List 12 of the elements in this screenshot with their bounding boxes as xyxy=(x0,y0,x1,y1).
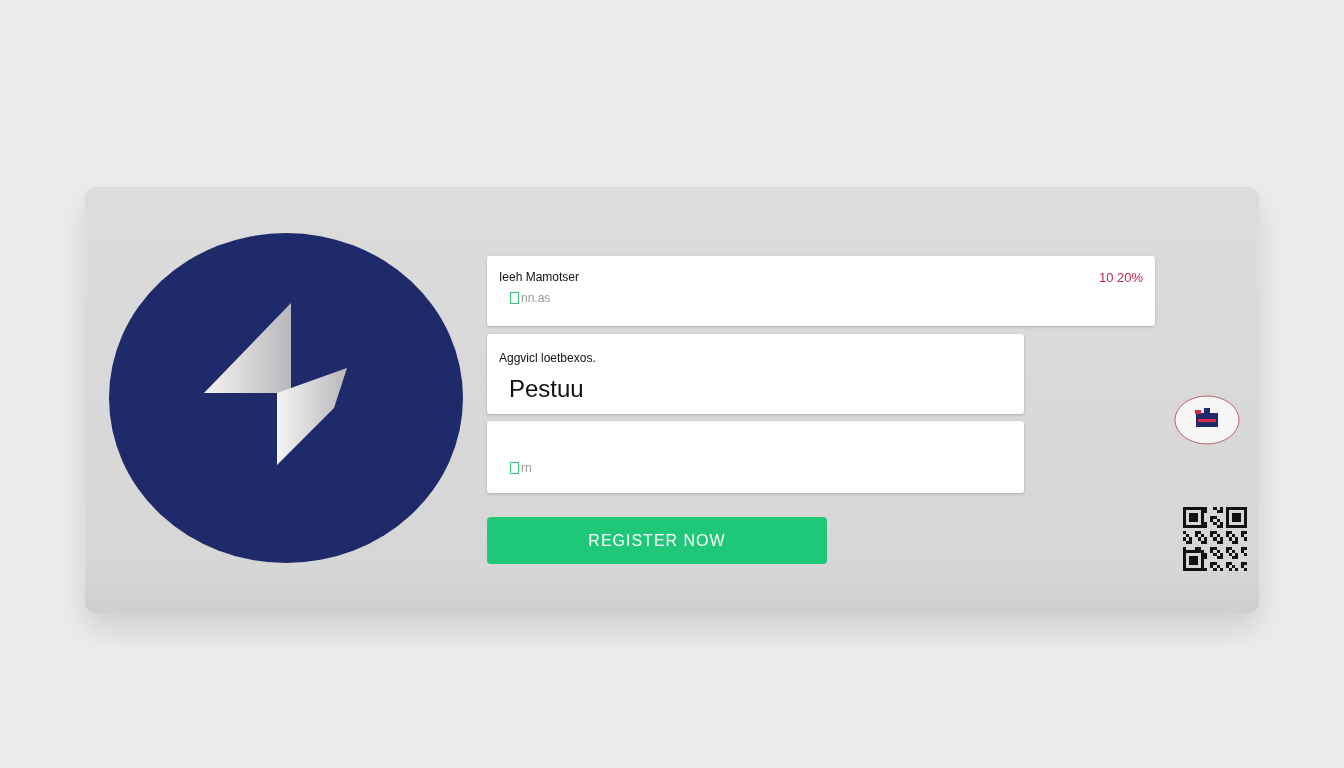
emblem-icon xyxy=(1174,395,1240,445)
percent-text: 10 20% xyxy=(1098,270,1143,285)
field-label: Aggvicl loetbexos. xyxy=(499,351,596,365)
lightning-logo-icon xyxy=(109,233,463,563)
field-value: Pestuu xyxy=(508,375,584,403)
square-icon xyxy=(510,292,519,304)
field-placeholder: rn xyxy=(521,461,532,475)
stat-field[interactable]: Ieeh Mamotser 10 20% nn.as xyxy=(487,256,1155,326)
square-icon xyxy=(510,462,519,474)
field-label: Ieeh Mamotser xyxy=(499,270,580,284)
input-field[interactable]: Aggvicl loetbexos. Pestuu xyxy=(487,334,1024,414)
field-placeholder: nn.as xyxy=(521,291,551,305)
